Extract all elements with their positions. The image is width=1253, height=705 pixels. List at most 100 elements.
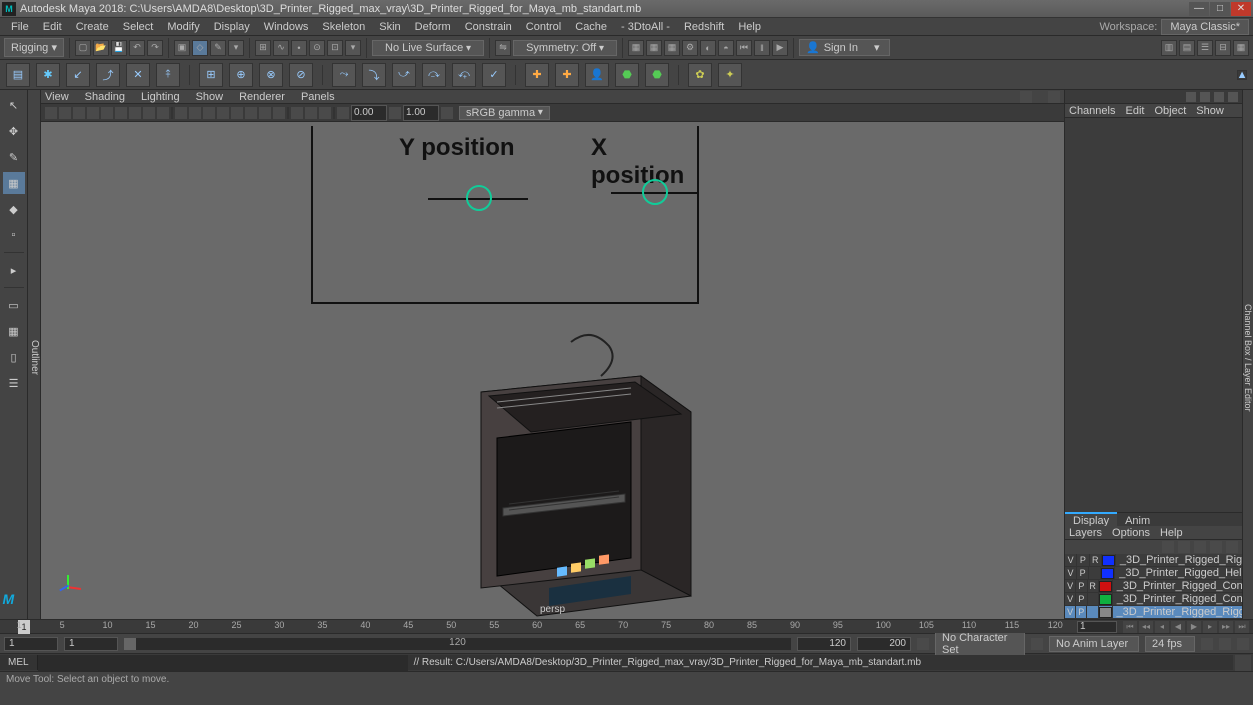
ch-menu-edit[interactable]: Edit [1125,105,1144,117]
vp-xray2-icon[interactable] [319,107,331,119]
menu-display[interactable]: Display [207,21,257,33]
vp-menu-renderer[interactable]: Renderer [239,91,285,103]
select-mode-icon[interactable]: ▣ [174,40,190,56]
layer-playback-toggle[interactable]: P [1076,580,1087,593]
select-tool[interactable]: ↖ [3,94,25,116]
open-scene-icon[interactable]: 📂 [93,40,109,56]
loop-icon[interactable] [1201,638,1213,650]
cmd-input[interactable] [38,655,408,671]
range-handle-left[interactable] [124,638,136,650]
menu-control[interactable]: Control [519,21,568,33]
shelf-scroll-up-icon[interactable]: ▲ [1237,70,1247,80]
last-tool[interactable]: ▸ [3,259,25,281]
step-back-icon[interactable]: ◂ [1155,621,1169,633]
ch-menu-object[interactable]: Object [1154,105,1186,117]
menu-create[interactable]: Create [69,21,116,33]
signin-button[interactable]: 👤Sign In▾ [799,39,890,56]
panel-layout-icon-5[interactable]: ▦ [1233,40,1249,56]
ch-menu-show[interactable]: Show [1196,105,1224,117]
constraint-2-icon[interactable]: ✚ [555,63,579,87]
layer-color-swatch[interactable] [1099,606,1113,619]
color-space-select[interactable]: sRGB gamma ▾ [459,106,550,120]
snap-grid-icon[interactable]: ⊞ [255,40,271,56]
move-tool[interactable]: ▦ [3,172,25,194]
range-start-inner[interactable] [64,637,118,651]
curve-tool-2-icon[interactable]: ⤵ [362,63,386,87]
rp-gear-icon[interactable] [1228,92,1238,102]
current-frame-field[interactable] [1077,621,1117,633]
viewport[interactable]: Y position X position [41,122,1064,619]
vp-ao-icon[interactable] [245,107,257,119]
skin-bind-icon[interactable]: ⊞ [199,63,223,87]
constraint-1-icon[interactable]: ✚ [525,63,549,87]
layout-single[interactable]: ▭ [3,294,25,316]
rp-ico-3[interactable] [1214,92,1224,102]
vp-smooth-icon[interactable] [189,107,201,119]
pause-icon[interactable]: ‖ [754,40,770,56]
vp-image-icon[interactable] [73,107,85,119]
redo-icon[interactable]: ↷ [147,40,163,56]
layer-vis-toggle[interactable]: V [1065,554,1077,567]
layer-playback-toggle[interactable]: P [1077,567,1089,580]
step-fwd-icon[interactable]: ▸ [1203,621,1217,633]
vp-cm-icon[interactable] [441,107,453,119]
shelf-tabs-icon[interactable]: ▤ [6,63,30,87]
curve-tool-1-icon[interactable]: ⤳ [332,63,356,87]
workspace-select[interactable]: Maya Classic* [1161,19,1249,35]
x-slider-handle[interactable] [642,179,668,205]
layer-ref-toggle[interactable] [1088,593,1099,606]
layer-ico-5[interactable] [1226,541,1238,553]
minimize-button[interactable]: — [1189,2,1209,16]
layer-vis-toggle[interactable]: V [1065,567,1077,580]
menu-skin[interactable]: Skin [372,21,407,33]
ik-spline-icon[interactable]: ⤴ [96,63,120,87]
outliner-tab[interactable]: Outliner [28,90,41,619]
rewind-icon[interactable]: ⏮ [736,40,752,56]
vp-iso-icon[interactable] [291,107,303,119]
play-fwd-icon[interactable]: ▶ [1187,621,1201,633]
vp-motion-icon[interactable] [259,107,271,119]
layer-color-swatch[interactable] [1099,580,1113,593]
character-set-select[interactable]: No Character Set [935,630,1025,658]
play-icon[interactable]: ▶ [772,40,788,56]
layer-playback-toggle[interactable]: P [1077,554,1089,567]
vp-close-icon[interactable] [1048,91,1060,103]
vp-gear-icon[interactable] [1020,91,1032,103]
layer-menu-help[interactable]: Help [1160,527,1183,539]
panel-layout-icon-1[interactable]: ▥ [1161,40,1177,56]
layer-playback-toggle[interactable]: P [1076,606,1087,619]
menu-help[interactable]: Help [731,21,768,33]
menu-file[interactable]: File [4,21,36,33]
vp-aa-icon[interactable] [273,107,285,119]
vp-film-icon[interactable] [115,107,127,119]
autokey-icon[interactable] [1219,638,1231,650]
menu-deform[interactable]: Deform [408,21,458,33]
curve-tool-6-icon[interactable]: ✓ [482,63,506,87]
pref-icon[interactable] [1237,638,1249,650]
layer-row[interactable]: VP_3D_Printer_Rigged_Helpers [1065,567,1242,580]
layout-outliner[interactable]: ☰ [3,372,25,394]
go-start-icon[interactable]: ⏮ [1123,621,1137,633]
menu-constrain[interactable]: Constrain [458,21,519,33]
layer-ico-1[interactable] [1162,541,1174,553]
layer-color-swatch[interactable] [1099,593,1113,606]
fps-select[interactable]: 24 fps [1145,636,1195,652]
step-fwd-key-icon[interactable]: ▸▸ [1219,621,1233,633]
layer-ico-2[interactable] [1178,541,1190,553]
layer-ico-4[interactable] [1210,541,1222,553]
skin-mirror-icon[interactable]: ⊘ [289,63,313,87]
y-slider-handle[interactable] [466,185,492,211]
vp-expose-icon[interactable] [337,107,349,119]
layer-ref-toggle[interactable]: R [1088,580,1099,593]
vp-cam-icon[interactable] [45,107,57,119]
printer-model[interactable] [441,332,701,619]
ik-handle-icon[interactable]: ↙ [66,63,90,87]
menu-redshift[interactable]: Redshift [677,21,731,33]
menu-cache[interactable]: Cache [568,21,614,33]
range-end-outer[interactable] [857,637,911,651]
range-start-outer[interactable] [4,637,58,651]
paint-select-icon[interactable]: ✎ [210,40,226,56]
layer-color-swatch[interactable] [1101,567,1115,580]
right-vertical-tab[interactable]: Channel Box / Layer Editor [1242,90,1253,619]
time-slider[interactable]: 1 15101520253035404550556065707580859095… [0,619,1253,633]
